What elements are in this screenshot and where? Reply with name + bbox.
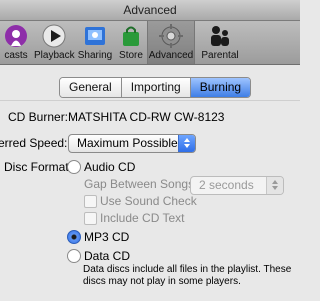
mp3-cd-label: MP3 CD [84,230,130,244]
toolbar-advanced[interactable]: Advanced [147,21,195,64]
sharing-icon [85,27,105,45]
toolbar-parental[interactable]: Parental [198,21,242,64]
tab-importing[interactable]: Importing [121,78,191,97]
toolbar-store-label: Store [119,50,143,61]
gear-icon [159,24,183,48]
cd-burner-label: CD Burner: [8,110,69,124]
podcast-icon [5,25,27,47]
toolbar-podcasts[interactable]: casts [0,21,34,64]
gap-between-songs-label: Gap Between Songs: [84,177,198,191]
toolbar-sharing-label: Sharing [77,50,113,61]
toolbar-store[interactable]: Store [116,21,146,64]
include-cd-text-checkbox[interactable] [84,212,97,225]
data-cd-radio[interactable] [67,249,81,263]
window-title: Advanced [123,3,177,17]
window-title-bar: Advanced [0,0,300,21]
toolbar-podcasts-label: casts [4,50,28,61]
play-icon [42,24,66,48]
tab-bar: General Importing Burning [59,77,252,98]
preferred-speed-value: Maximum Possible [77,136,178,150]
mp3-cd-radio[interactable] [67,230,81,244]
select-arrows-icon [266,177,283,194]
toolbar-playback[interactable]: Playback [34,21,75,64]
disc-format-label: Disc Format: [4,160,73,174]
audio-cd-label: Audio CD [84,160,136,174]
gap-between-songs-value: 2 seconds [199,178,254,192]
gap-between-songs-select[interactable]: 2 seconds [190,176,284,195]
include-cd-text-label: Include CD Text [100,211,185,225]
toolbar-parental-label: Parental [201,50,239,61]
toolbar-playback-label: Playback [34,50,75,61]
data-cd-note: Data discs include all files in the play… [83,264,292,287]
preferred-speed-select[interactable]: Maximum Possible [68,134,196,153]
preferred-speed-label: erred Speed: [0,136,68,150]
tab-general[interactable]: General [60,78,122,97]
toolbar-sharing[interactable]: Sharing [76,21,114,64]
store-bag-icon [123,26,139,46]
tab-burning[interactable]: Burning [190,78,251,97]
use-sound-check-checkbox[interactable] [84,195,97,208]
parental-icon [211,26,229,46]
audio-cd-radio[interactable] [67,160,81,174]
preferences-toolbar: casts Playback Sharing Store Advanced Pa… [0,21,300,65]
use-sound-check-label: Use Sound Check [100,194,197,208]
toolbar-advanced-label: Advanced [148,50,194,61]
data-cd-label: Data CD [84,249,131,263]
select-arrows-icon [178,135,195,152]
cd-burner-value: MATSHITA CD-RW CW-8123 [68,110,225,124]
